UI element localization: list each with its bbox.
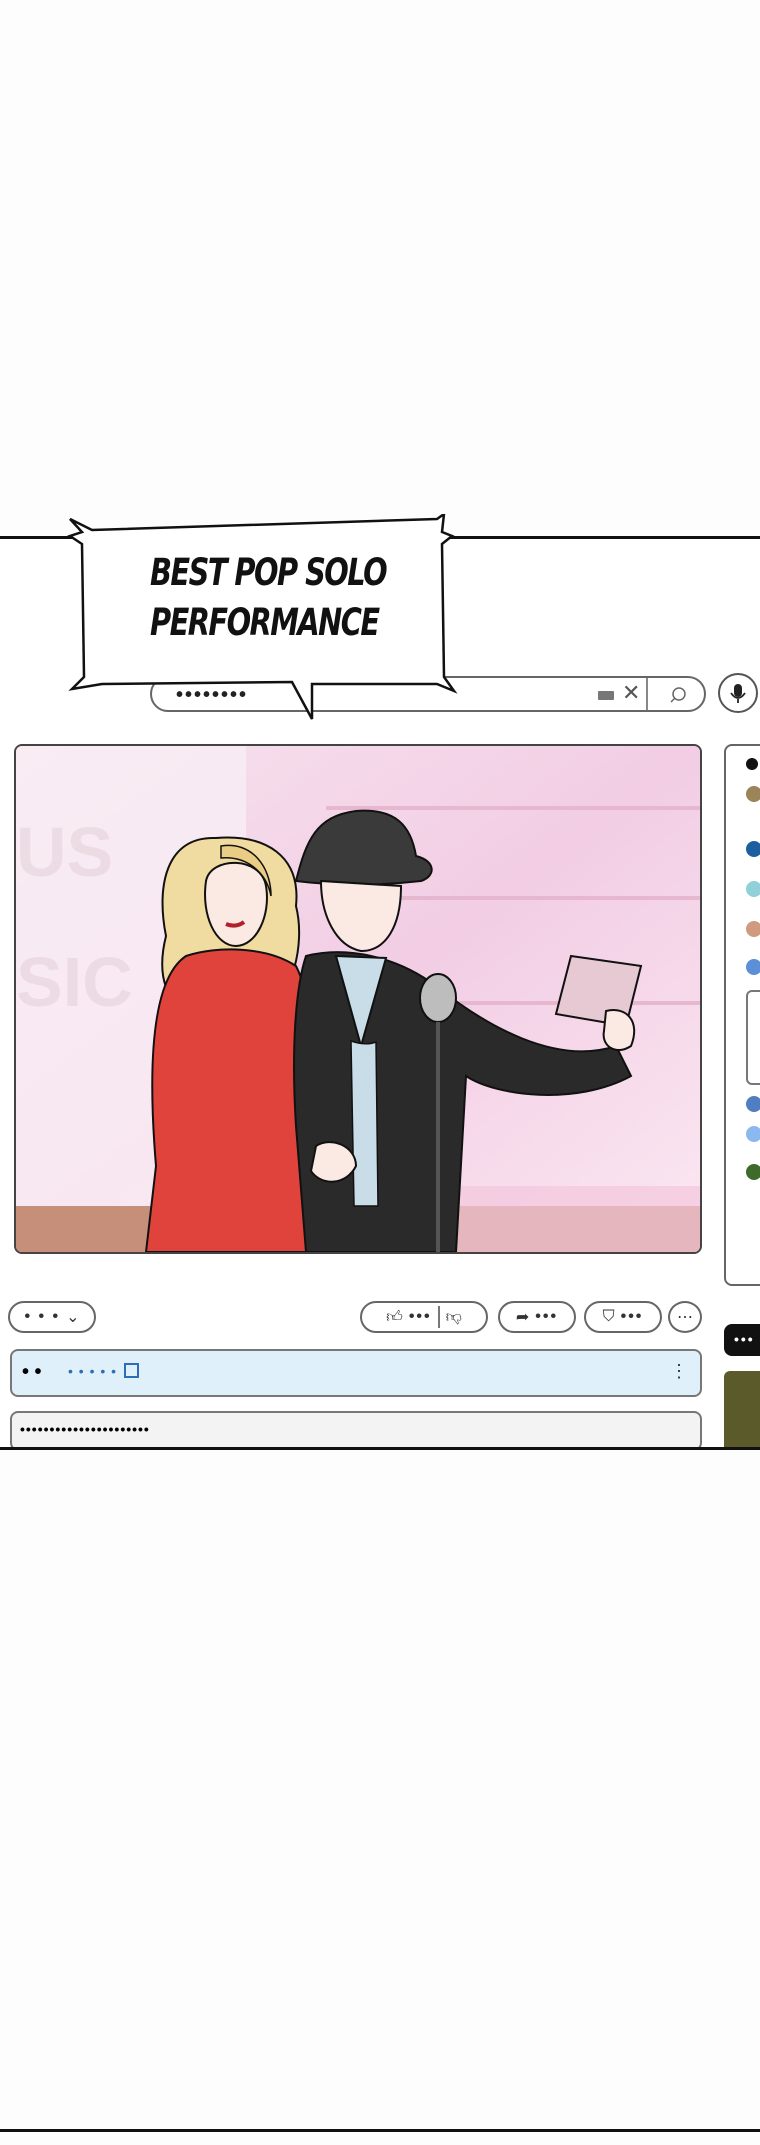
search-divider	[646, 678, 648, 710]
bookmark-icon: ⛉	[602, 1308, 615, 1325]
divider	[437, 1306, 440, 1328]
video-thumbnail[interactable]	[724, 1371, 760, 1447]
description-link[interactable]: • • • • •	[68, 1363, 117, 1379]
keyboard-icon[interactable]	[598, 691, 614, 700]
avatar	[746, 1164, 760, 1180]
like-dislike-group[interactable]: 👍︎ ••• 👎︎	[360, 1301, 488, 1333]
avatar	[746, 881, 760, 897]
channel-name: • • •	[24, 1308, 61, 1325]
close-icon[interactable]: ✕	[622, 680, 640, 706]
share-label: •••	[535, 1308, 559, 1325]
avatar	[746, 786, 760, 802]
save-label: •••	[620, 1308, 644, 1325]
share-button[interactable]: ➦ •••	[498, 1301, 576, 1333]
like-count: •••	[408, 1308, 432, 1325]
award-presenters-illustration: US SIC	[16, 746, 700, 1252]
more-actions-button[interactable]: ⋯	[668, 1301, 702, 1333]
microphone-button[interactable]	[718, 673, 758, 713]
svg-text:US: US	[16, 813, 113, 891]
panel-divider	[0, 2129, 760, 2132]
description-box[interactable]: • • • • • • • ⋮	[10, 1349, 702, 1397]
recommendations-card[interactable]	[724, 744, 760, 1286]
playlist-tile[interactable]	[746, 990, 760, 1085]
chevron-down-icon: ⌄	[66, 1309, 80, 1326]
description-meta: • •	[22, 1361, 42, 1383]
avatar	[746, 1096, 760, 1112]
microphone-icon	[730, 684, 746, 703]
status-dot	[746, 758, 758, 770]
share-icon: ➦	[515, 1309, 530, 1326]
svg-text:SIC: SIC	[16, 943, 133, 1021]
comment-input[interactable]: ••••••••••••••••••••••	[10, 1411, 702, 1447]
avatar	[746, 841, 760, 857]
speech-bubble-text: BEST POP SOLO PERFORMANCE	[150, 548, 388, 648]
more-vertical-icon[interactable]: ⋮	[670, 1361, 688, 1382]
bubble-line-2: PERFORMANCE	[150, 601, 380, 644]
bubble-line-1: BEST POP SOLO	[150, 551, 388, 594]
avatar	[746, 959, 760, 975]
search-icon[interactable]	[660, 682, 700, 708]
comment-placeholder: ••••••••••••••••••••••	[20, 1421, 150, 1437]
filter-chip[interactable]: •••	[724, 1324, 760, 1356]
channel-dropdown[interactable]: • • • ⌄	[8, 1301, 96, 1333]
video-player[interactable]: US SIC	[14, 744, 702, 1254]
thumbs-down-icon[interactable]: 👎︎	[446, 1308, 462, 1327]
avatar	[746, 1126, 760, 1142]
avatar	[746, 921, 760, 937]
thumbs-up-icon[interactable]: 👍︎	[386, 1308, 403, 1327]
save-button[interactable]: ⛉ •••	[584, 1301, 662, 1333]
link-icon	[124, 1363, 139, 1378]
more-icon: ⋯	[677, 1309, 693, 1326]
